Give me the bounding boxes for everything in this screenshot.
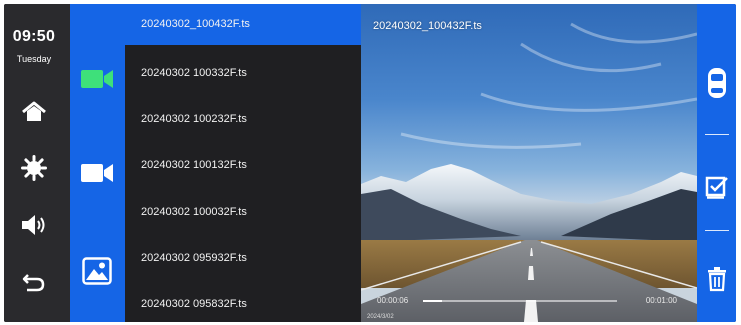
clock-day: Tuesday: [16, 54, 52, 64]
left-control-bar: 09:50 Tuesday: [4, 4, 70, 322]
playback-bar: 00:00:06 00:01:00 2024/3/02: [361, 288, 697, 322]
category-bar: [70, 4, 125, 322]
front-camera-tab[interactable]: [78, 62, 116, 96]
car-view-button[interactable]: [701, 66, 732, 100]
dashcam-playback-screen: 09:50 Tuesday 20240302_100432F.ts 202403…: [4, 4, 736, 322]
volume-button[interactable]: [18, 209, 50, 241]
photo-icon: [82, 257, 112, 285]
file-item-6[interactable]: 20240302 095932F.ts: [125, 238, 361, 279]
file-item-1[interactable]: 20240302_100432F.ts: [125, 4, 361, 45]
back-icon: [22, 274, 45, 292]
file-item-3[interactable]: 20240302 100232F.ts: [125, 99, 361, 140]
home-button[interactable]: [18, 96, 50, 128]
back-button[interactable]: [18, 266, 50, 298]
select-button[interactable]: [701, 170, 732, 204]
home-icon: [22, 101, 46, 121]
current-time: 00:00:06: [377, 296, 409, 305]
video-preview[interactable]: 20240302_100432F.ts 00:00:06 00:01:00 20…: [361, 4, 697, 322]
photo-tab[interactable]: [78, 254, 116, 288]
volume-icon: [22, 215, 45, 235]
right-action-bar: [697, 4, 736, 322]
select-icon: [705, 176, 728, 199]
settings-icon: [21, 155, 47, 181]
rear-camera-tab[interactable]: [78, 156, 116, 190]
preview-filename: 20240302_100432F.ts: [373, 20, 482, 32]
delete-icon: [707, 267, 726, 292]
date-stamp: 2024/3/02: [367, 314, 394, 320]
delete-button[interactable]: [701, 262, 732, 296]
progress-fill: [423, 300, 443, 302]
rear-camera-icon: [81, 164, 113, 182]
file-item-4[interactable]: 20240302 100132F.ts: [125, 145, 361, 186]
file-list: 20240302_100432F.ts 20240302 100332F.ts …: [125, 4, 361, 322]
action-divider: [705, 134, 729, 135]
clock-time: 09:50: [12, 28, 56, 45]
total-time: 00:01:00: [645, 296, 677, 305]
front-camera-icon: [81, 70, 113, 88]
settings-button[interactable]: [18, 152, 50, 184]
action-divider: [705, 230, 729, 231]
file-item-5[interactable]: 20240302 100032F.ts: [125, 192, 361, 233]
road-scene-image: [361, 22, 697, 322]
file-item-7[interactable]: 20240302 095832F.ts: [125, 284, 361, 322]
car-icon: [707, 68, 726, 98]
file-item-2[interactable]: 20240302 100332F.ts: [125, 53, 361, 94]
progress-slider[interactable]: [423, 300, 617, 302]
